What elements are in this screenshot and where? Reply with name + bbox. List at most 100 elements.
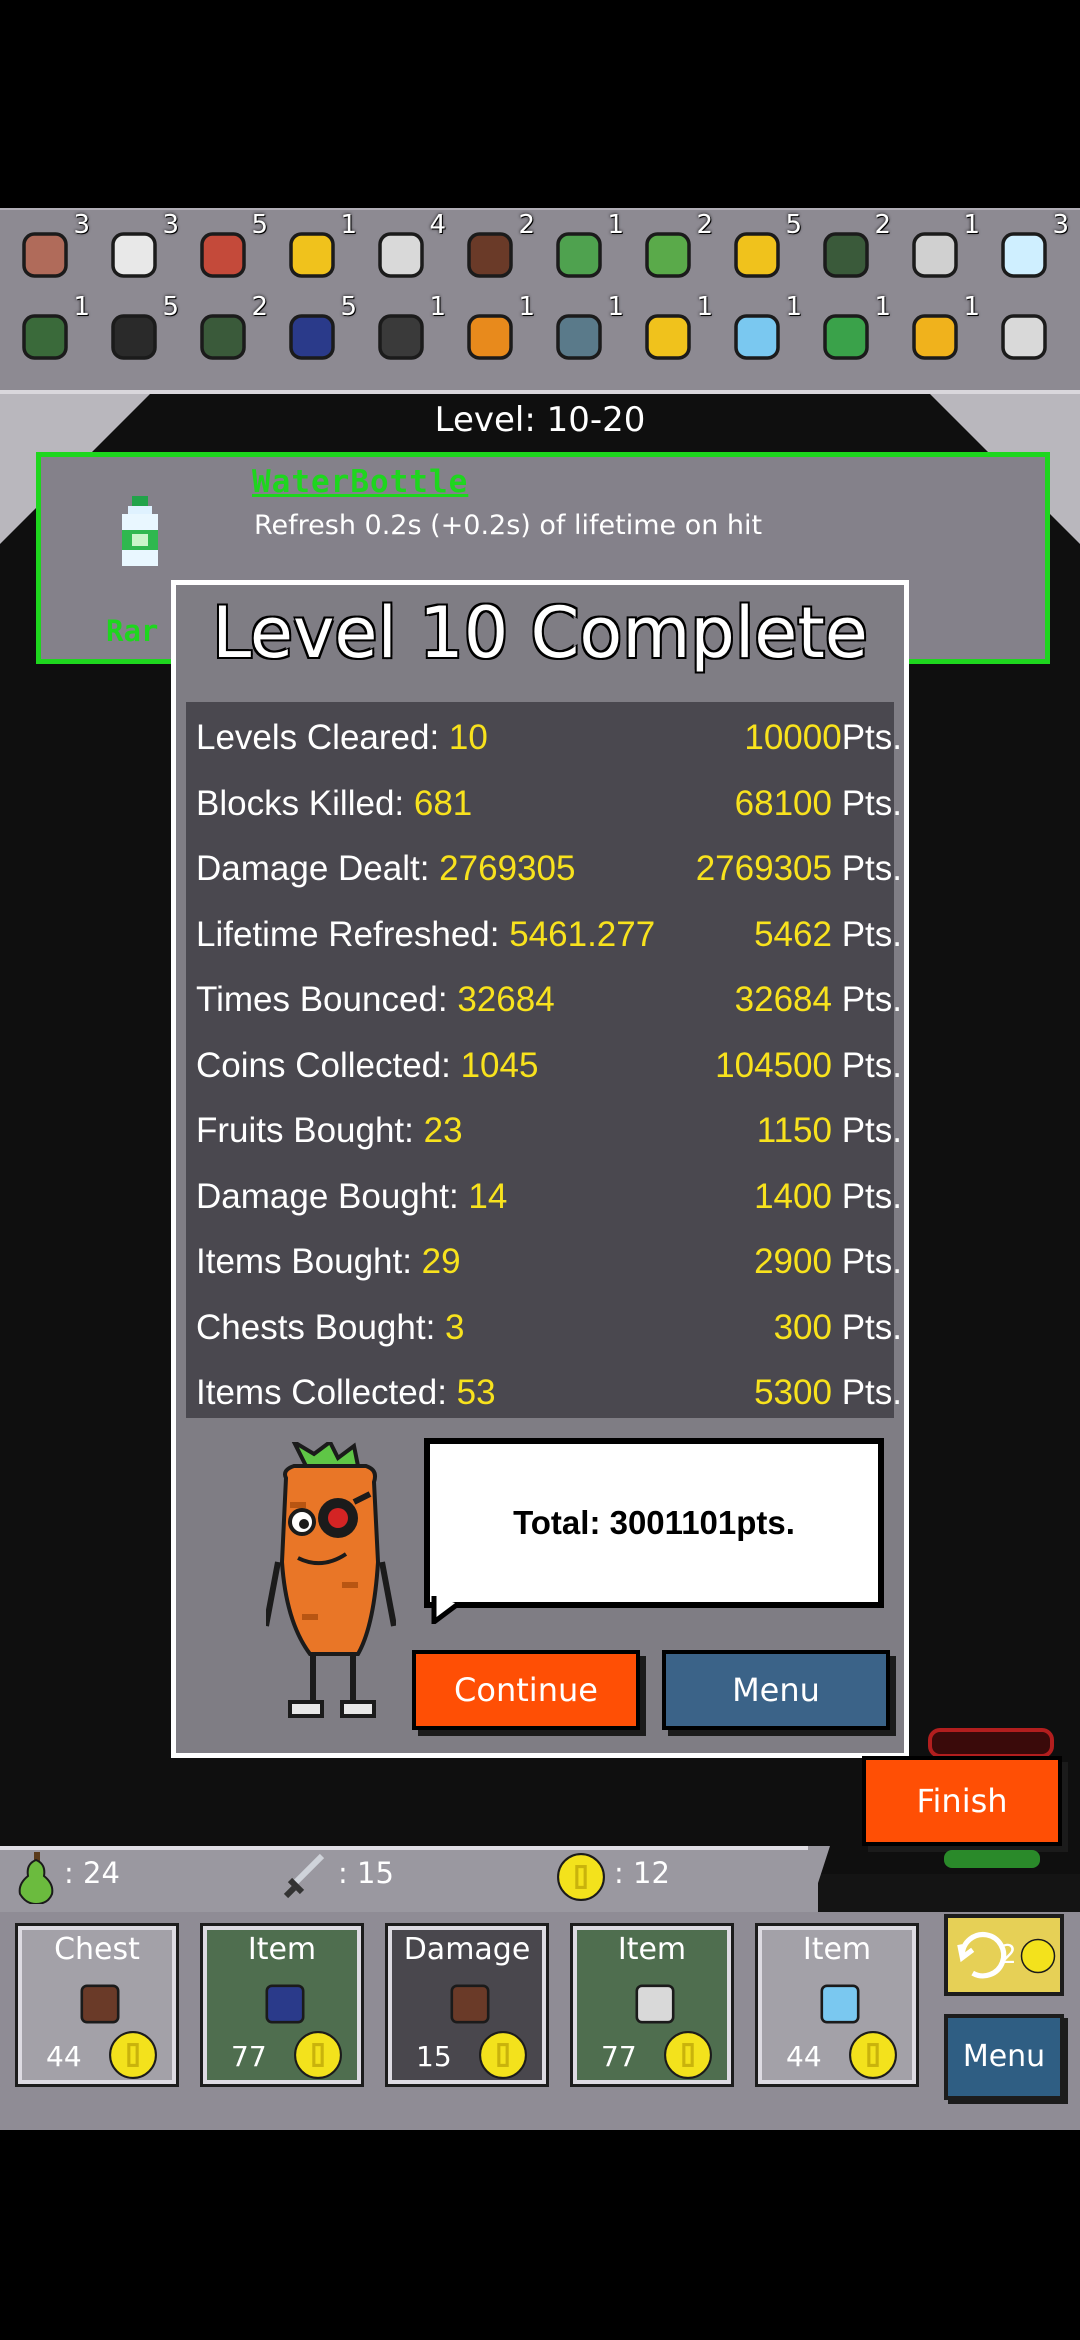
shop-card-title: Item — [247, 1932, 317, 1967]
item-count: 2 — [696, 210, 713, 240]
jar-icon — [99, 220, 169, 290]
inventory-slot[interactable]: 5 — [180, 210, 268, 296]
stat-points: 2900 Pts. — [754, 1242, 902, 1281]
sword-icon — [444, 1978, 496, 2030]
tree-orb-icon — [544, 302, 614, 372]
stat-value: 32684 — [457, 980, 555, 1019]
inventory-slot[interactable]: 1 — [536, 292, 624, 378]
inventory-slot[interactable]: 3 — [2, 210, 90, 296]
item-count: 1 — [874, 292, 891, 322]
inventory-bar: 3 3 5 1 4 2 1 2 5 2 1 3 1 5 2 5 1 1 1 1 1 1 1 — [0, 208, 1080, 396]
inventory-slot[interactable]: 2 — [803, 210, 891, 296]
item-count: 3 — [162, 210, 179, 240]
pear-icon — [18, 1852, 54, 1904]
item-count: 1 — [518, 292, 535, 322]
status-bar-cap — [808, 1846, 830, 1914]
shop-card-title: Item — [802, 1932, 872, 1967]
finish-button[interactable]: Finish — [862, 1756, 1062, 1846]
stat-label: Items Collected: 53 — [196, 1373, 496, 1412]
water-bottle-icon — [122, 496, 158, 566]
stat-value: 5461.277 — [509, 914, 656, 954]
inventory-slot[interactable]: 5 — [714, 210, 802, 296]
inventory-slot[interactable]: 1 — [2, 292, 90, 378]
continue-button[interactable]: Continue — [412, 1650, 640, 1730]
item-count: 1 — [963, 210, 980, 240]
inventory-slot[interactable]: 2 — [180, 292, 268, 378]
item-count: 5 — [162, 292, 179, 322]
stat-value: 3 — [445, 1307, 465, 1347]
item-count: 4 — [429, 210, 446, 240]
horn-icon — [633, 302, 703, 372]
inventory-slot[interactable]: 2 — [625, 210, 713, 296]
shop-card-chest[interactable]: Chest 44 — [15, 1923, 179, 2087]
chest-icon — [74, 1978, 126, 2030]
inventory-slot[interactable]: 1 — [714, 292, 802, 378]
item-count: 1 — [963, 292, 980, 322]
item-count: 1 — [340, 210, 357, 240]
inventory-slot[interactable]: 4 — [358, 210, 446, 296]
item-count: 1 — [696, 292, 713, 322]
cauldron-icon — [99, 302, 169, 372]
stat-points: 5462 Pts. — [754, 914, 902, 954]
tooltip-description: Refresh 0.2s (+0.2s) of lifetime on hit — [254, 510, 763, 541]
rifle-icon — [10, 302, 80, 372]
damage-count: : 15 — [338, 1856, 394, 1890]
stat-value: 53 — [456, 1373, 496, 1412]
stat-value: 14 — [468, 1176, 508, 1216]
carrot-mascot — [266, 1442, 396, 1718]
inventory-slot[interactable]: 3 — [91, 210, 179, 296]
item-count: 2 — [874, 210, 891, 240]
menu-button[interactable]: Menu — [944, 2014, 1064, 2100]
stat-label: Damage Dealt: 2769305 — [196, 849, 576, 888]
fruit-count: : 24 — [64, 1856, 120, 1890]
inventory-slot[interactable]: 2 — [447, 210, 535, 296]
finish-ornament — [928, 1728, 1054, 1758]
inventory-slot[interactable] — [981, 292, 1069, 378]
item-count: 3 — [1052, 210, 1069, 240]
scythe-icon — [989, 302, 1059, 372]
status-bar — [0, 1846, 818, 1914]
stat-value: 10 — [448, 718, 488, 757]
inventory-slot[interactable]: 3 — [981, 210, 1069, 296]
inventory-slot[interactable]: 1 — [803, 292, 891, 378]
shop-card-damage[interactable]: Damage 15 — [385, 1923, 549, 2087]
stat-label: Coins Collected: 1045 — [196, 1045, 539, 1085]
stat-value: 29 — [421, 1242, 461, 1281]
inventory-slot[interactable]: 1 — [358, 292, 446, 378]
finish-base — [944, 1850, 1040, 1868]
shop-card-item[interactable]: Item 77 — [570, 1923, 734, 2087]
inventory-slot[interactable]: 5 — [269, 292, 357, 378]
level-label: Level: 10-20 — [434, 400, 646, 440]
radioactive-apple-icon — [277, 220, 347, 290]
coin-count: : 12 — [614, 1856, 670, 1890]
goblet-icon — [259, 1978, 311, 2030]
inventory-slot[interactable]: 1 — [536, 210, 624, 296]
coin-icon — [108, 2030, 158, 2080]
inventory-slot[interactable]: 1 — [269, 210, 357, 296]
shop-card-item[interactable]: Item 44 — [755, 1923, 919, 2087]
ring-of-orbs-icon — [366, 302, 436, 372]
total-score: Total: 3001101pts. — [513, 1504, 795, 1541]
slingshot-icon — [544, 220, 614, 290]
inventory-slot[interactable]: 1 — [447, 292, 535, 378]
coin-icon — [478, 2030, 528, 2080]
inventory-slot[interactable]: 1 — [892, 210, 980, 296]
inventory-slot[interactable]: 5 — [91, 292, 179, 378]
reroll-cost: 2 — [1000, 1940, 1017, 1970]
stat-row: Times Bounced: 32684 32684 Pts. — [196, 972, 906, 1032]
dialog-title: Level 10 Complete — [212, 592, 868, 674]
tooltip-item-name: WaterBottle — [252, 464, 469, 500]
item-count: 1 — [607, 210, 624, 240]
stat-label: Times Bounced: 32684 — [196, 980, 555, 1019]
stat-value: 2769305 — [439, 849, 576, 888]
inventory-slot[interactable]: 1 — [892, 292, 980, 378]
inventory-slot[interactable]: 1 — [625, 292, 713, 378]
item-count: 1 — [785, 292, 802, 322]
shop-card-title: Chest — [54, 1932, 140, 1967]
dialog-menu-button[interactable]: Menu — [662, 1650, 890, 1730]
stat-value: 1045 — [460, 1045, 539, 1085]
stat-row: Damage Dealt: 2769305 2769305 Pts. — [196, 841, 906, 901]
shop-card-item[interactable]: Item 77 — [200, 1923, 364, 2087]
shop-card-price: 77 — [231, 2040, 267, 2073]
item-count: 5 — [340, 292, 357, 322]
